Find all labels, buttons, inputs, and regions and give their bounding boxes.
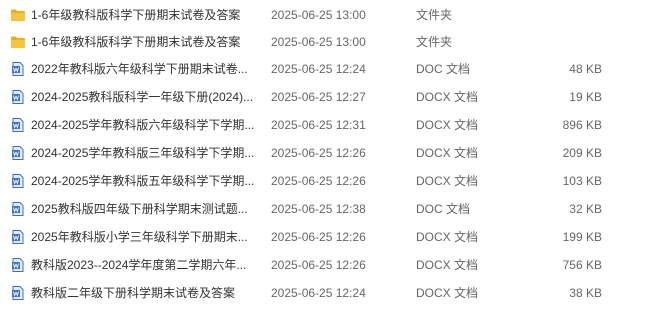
file-size: 209 KB [562,146,602,160]
file-name[interactable]: 2024-2025学年教科版五年级科学下学期... [31,174,261,189]
file-name[interactable]: 教科版二年级下册科学期末试卷及答案 [31,286,261,301]
file-size: 199 KB [562,230,602,244]
modified-date: 2025-06-25 12:27 [271,90,366,104]
file-type: DOCX 文档 [416,230,479,244]
file-list: 1-6年级教科版科学下册期末试卷及答案 2025-06-25 13:00 文件夹 1-… [0,0,658,314]
file-row[interactable]: 2024-2025学年教科版三年级科学下学期... 2025-06-25 12:2… [0,140,658,166]
folder-icon [10,8,26,22]
file-row[interactable]: 2025年教科版小学三年级科学下册期末... 2025-06-25 12:26 DO… [0,224,658,250]
file-name[interactable]: 2022年教科版六年级科学下册期末试卷... [31,62,261,77]
folder-icon [10,35,26,49]
docx-file-icon [10,174,26,188]
file-size: 19 KB [569,90,602,104]
file-size: 756 KB [562,258,602,272]
file-type: DOCX 文档 [416,258,479,272]
file-type: DOCX 文档 [416,286,479,300]
file-type: DOCX 文档 [416,146,479,160]
file-size: 103 KB [562,174,602,188]
file-type: 文件夹 [416,8,453,22]
modified-date: 2025-06-25 12:24 [271,286,366,300]
file-size: 896 KB [562,118,602,132]
docx-file-icon [10,146,26,160]
file-name[interactable]: 1-6年级教科版科学下册期末试卷及答案 [31,8,261,23]
file-row[interactable]: 教科版二年级下册科学期末试卷及答案 2025-06-25 12:24 DOCX 文档… [0,280,658,306]
modified-date: 2025-06-25 13:00 [271,8,366,22]
modified-date: 2025-06-25 12:26 [271,146,366,160]
file-type: DOC 文档 [416,62,471,76]
file-name[interactable]: 2024-2025学年教科版六年级科学下学期... [31,118,261,133]
docx-file-icon [10,230,26,244]
folder-row[interactable]: 1-6年级教科版科学下册期末试卷及答案 2025-06-25 13:00 文件夹 [0,29,658,55]
file-row[interactable]: 2024-2025学年教科版六年级科学下学期... 2025-06-25 12:3… [0,112,658,138]
folder-row[interactable]: 1-6年级教科版科学下册期末试卷及答案 2025-06-25 13:00 文件夹 [0,2,658,28]
modified-date: 2025-06-25 12:26 [271,174,366,188]
docx-file-icon [10,286,26,300]
file-type: 文件夹 [416,35,453,49]
file-type: DOC 文档 [416,202,471,216]
file-name[interactable]: 2025教科版四年级下册科学期末测试题... [31,202,261,217]
modified-date: 2025-06-25 12:26 [271,230,366,244]
modified-date: 2025-06-25 12:31 [271,118,366,132]
modified-date: 2025-06-25 12:26 [271,258,366,272]
doc-file-icon [10,62,26,76]
file-name[interactable]: 1-6年级教科版科学下册期末试卷及答案 [31,35,261,50]
file-row[interactable]: 2024-2025教科版科学一年级下册(2024)... 2025-06-25 1… [0,84,658,110]
file-size: 32 KB [569,202,602,216]
file-type: DOCX 文档 [416,118,479,132]
modified-date: 2025-06-25 13:00 [271,35,366,49]
file-name[interactable]: 2024-2025学年教科版三年级科学下学期... [31,146,261,161]
file-row[interactable]: 教科版2023--2024学年度第二学期六年... 2025-06-25 12:2… [0,252,658,278]
file-type: DOCX 文档 [416,174,479,188]
file-row[interactable]: 2022年教科版六年级科学下册期末试卷... 2025-06-25 12:24 DO… [0,56,658,82]
docx-file-icon [10,258,26,272]
docx-file-icon [10,118,26,132]
modified-date: 2025-06-25 12:24 [271,62,366,76]
file-name[interactable]: 教科版2023--2024学年度第二学期六年... [31,258,261,273]
doc-file-icon [10,202,26,216]
docx-file-icon [10,90,26,104]
file-type: DOCX 文档 [416,90,479,104]
file-size: 38 KB [569,286,602,300]
file-row[interactable]: 2024-2025学年教科版五年级科学下学期... 2025-06-25 12:2… [0,168,658,194]
file-name[interactable]: 2024-2025教科版科学一年级下册(2024)... [31,90,261,105]
file-row[interactable]: 2025教科版四年级下册科学期末测试题... 2025-06-25 12:38 DO… [0,196,658,222]
file-name[interactable]: 2025年教科版小学三年级科学下册期末... [31,230,261,245]
file-size: 48 KB [569,62,602,76]
modified-date: 2025-06-25 12:38 [271,202,366,216]
